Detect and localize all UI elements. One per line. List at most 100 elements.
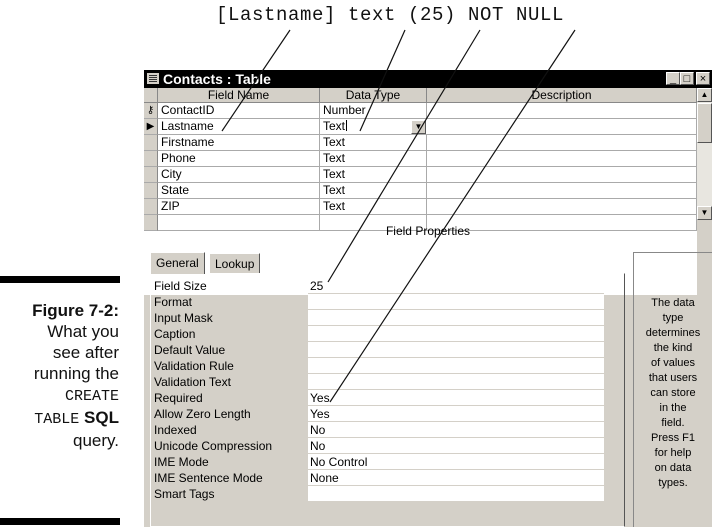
table-row: ▶ Lastname Text ▼: [144, 119, 697, 135]
chevron-up-icon: ▲: [700, 90, 709, 99]
field-properties-label: Field Properties: [385, 224, 471, 238]
help-line: field.: [661, 417, 685, 429]
description-cell[interactable]: [427, 119, 697, 135]
field-name-cell[interactable]: ContactID: [158, 103, 320, 119]
help-line: on data: [654, 462, 692, 474]
row-selector[interactable]: [144, 183, 158, 199]
close-button[interactable]: ×: [696, 72, 710, 85]
property-value[interactable]: Yes: [308, 406, 604, 422]
help-line: type: [662, 312, 684, 324]
grid-vertical-scrollbar[interactable]: ▲ ▼: [697, 88, 712, 220]
caption-line: running the: [33, 364, 119, 383]
scroll-up-button[interactable]: ▲: [697, 88, 712, 102]
property-label: Field Size: [154, 279, 207, 293]
property-value[interactable]: [308, 374, 604, 390]
property-value[interactable]: 25: [308, 278, 604, 294]
description-cell[interactable]: [427, 151, 697, 167]
scroll-down-button[interactable]: ▼: [697, 206, 712, 220]
property-label: Input Mask: [154, 311, 213, 325]
data-type-cell[interactable]: Text: [320, 135, 427, 151]
figure-label: Figure 7-2:: [32, 301, 119, 320]
minimize-button[interactable]: _: [666, 72, 680, 85]
help-line: can store: [650, 387, 696, 399]
field-name-cell[interactable]: Lastname: [158, 119, 320, 135]
description-cell[interactable]: [427, 103, 697, 119]
help-line: that users: [648, 372, 698, 384]
property-value[interactable]: [308, 310, 604, 326]
description-cell[interactable]: [427, 199, 697, 215]
property-label: Required: [154, 391, 203, 405]
property-value[interactable]: Yes: [308, 390, 604, 406]
caption-keyword: SQL: [84, 408, 119, 427]
caption-keyword: CREATE: [64, 388, 119, 405]
description-cell[interactable]: [427, 135, 697, 151]
row-selector[interactable]: [144, 151, 158, 167]
help-line: Press F1: [650, 432, 695, 444]
property-value[interactable]: No: [308, 422, 604, 438]
column-header-description[interactable]: Description: [427, 88, 697, 103]
caption-line: What you: [47, 322, 119, 341]
property-label: Default Value: [154, 343, 226, 357]
current-row-arrow-icon: ▶: [146, 121, 155, 132]
data-type-cell[interactable]: Number: [320, 103, 427, 119]
caption-keyword: TABLE: [34, 411, 80, 428]
data-type-cell[interactable]: Text: [320, 199, 427, 215]
data-type-dropdown-button[interactable]: ▼: [411, 120, 426, 134]
help-line: The data: [651, 297, 695, 309]
row-selector[interactable]: ▶: [144, 119, 158, 135]
data-type-cell[interactable]: Text: [320, 167, 427, 183]
text-caret: [346, 120, 348, 131]
title-bar[interactable]: Contacts : Table _ □ ×: [144, 70, 712, 88]
help-line: the kind: [653, 342, 693, 354]
property-label: IME Sentence Mode: [154, 471, 263, 485]
table-row: ZIP Text: [144, 199, 697, 215]
property-value[interactable]: [308, 326, 604, 342]
field-name-cell[interactable]: Firstname: [158, 135, 320, 151]
data-type-cell[interactable]: Text: [320, 183, 427, 199]
description-cell[interactable]: [427, 183, 697, 199]
property-value[interactable]: No Control: [308, 454, 604, 470]
window-title: Contacts : Table: [163, 71, 271, 87]
chevron-down-icon: ▼: [414, 122, 423, 131]
tab-general[interactable]: General: [150, 252, 205, 274]
property-label: Allow Zero Length: [154, 407, 251, 421]
property-value[interactable]: None: [308, 470, 604, 486]
field-name-cell[interactable]: Phone: [158, 151, 320, 167]
column-header-data-type[interactable]: Data Type: [320, 88, 427, 103]
table-design-window: Contacts : Table _ □ × Field Name Data T…: [144, 70, 712, 527]
table-row: State Text: [144, 183, 697, 199]
data-type-cell[interactable]: Text: [320, 151, 427, 167]
table-icon: [147, 73, 159, 84]
row-selector[interactable]: [144, 167, 158, 183]
field-name-cell[interactable]: City: [158, 167, 320, 183]
caption-top-rule: [0, 276, 120, 283]
description-cell[interactable]: [427, 167, 697, 183]
help-line: types.: [658, 477, 688, 489]
table-row: Firstname Text: [144, 135, 697, 151]
chevron-down-icon: ▼: [700, 208, 709, 217]
help-line: determines: [645, 327, 701, 339]
column-header-field-name[interactable]: Field Name: [158, 88, 320, 103]
key-icon: ⚷: [146, 105, 155, 116]
field-name-cell[interactable]: ZIP: [158, 199, 320, 215]
property-value[interactable]: [308, 294, 604, 310]
property-value[interactable]: [308, 486, 604, 502]
field-properties-panel: General Lookup Field Size 25 Format Inpu…: [150, 252, 625, 527]
tab-lookup[interactable]: Lookup: [209, 253, 261, 273]
caption-bottom-rule: [0, 518, 120, 525]
help-line: in the: [659, 402, 687, 414]
property-label: Validation Rule: [154, 359, 234, 373]
property-value[interactable]: No: [308, 438, 604, 454]
row-selector[interactable]: [144, 135, 158, 151]
property-label: IME Mode: [154, 455, 209, 469]
property-value[interactable]: [308, 342, 604, 358]
help-line: for help: [654, 447, 692, 459]
row-selector-header: [144, 88, 158, 103]
row-selector[interactable]: [144, 199, 158, 215]
row-selector[interactable]: ⚷: [144, 103, 158, 119]
property-label: Format: [154, 295, 193, 309]
property-value[interactable]: [308, 358, 604, 374]
field-name-cell[interactable]: State: [158, 183, 320, 199]
maximize-button[interactable]: □: [680, 72, 694, 85]
scroll-thumb[interactable]: [697, 103, 712, 143]
